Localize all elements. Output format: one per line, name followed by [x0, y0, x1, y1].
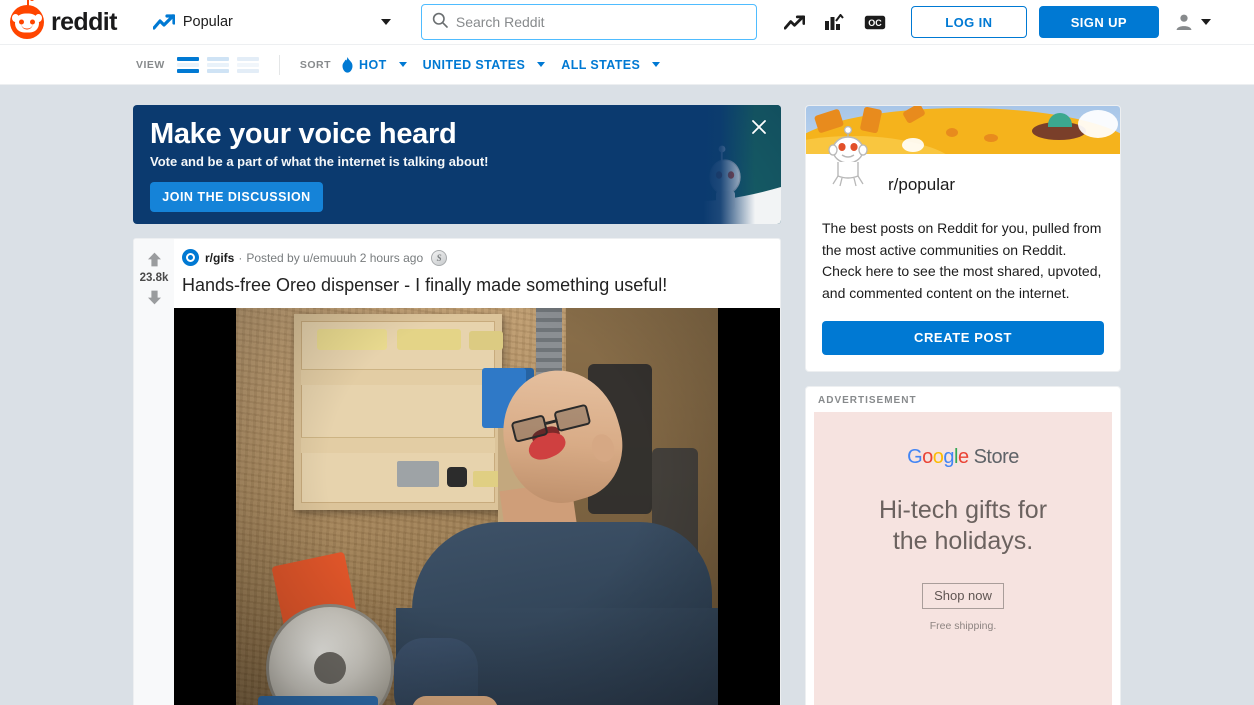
- original-content-icon[interactable]: OC: [855, 2, 895, 42]
- view-label: VIEW: [136, 58, 165, 71]
- vote-score: 23.8k: [139, 272, 169, 284]
- google-letter-g1: G: [907, 445, 923, 468]
- sidebar-column: r/popular The best posts on Reddit for y…: [805, 105, 1121, 705]
- subreddit-description: The best posts on Reddit for you, pulled…: [822, 220, 1102, 302]
- advertisement-headline-line1: Hi-tech gifts for: [878, 495, 1048, 524]
- user-account-menu[interactable]: [1175, 13, 1211, 31]
- advertisement-label: ADVERTISEMENT: [818, 394, 917, 406]
- silver-award-icon[interactable]: S: [431, 249, 448, 266]
- main-feed-column: Make your voice heard Vote and be a part…: [133, 105, 781, 705]
- google-letter-g2: g: [943, 445, 955, 468]
- metadata-separator: ·: [238, 250, 243, 265]
- view-sort-bar: VIEW SORT HOT UNITED STATES ALL STATES: [0, 45, 1254, 85]
- divider: [278, 54, 280, 75]
- snoo-avatar-icon: [820, 125, 876, 188]
- view-mode-classic[interactable]: [206, 56, 229, 73]
- top-navigation-bar: reddit Popular OC: [0, 0, 1254, 45]
- reddit-wordmark: reddit: [51, 7, 117, 36]
- signup-button[interactable]: SIGN UP: [1038, 6, 1159, 38]
- country-filter-button[interactable]: UNITED STATES: [423, 58, 546, 72]
- reddit-snoo-icon: [10, 0, 44, 39]
- create-post-button[interactable]: CREATE POST: [822, 320, 1104, 355]
- chevron-down-icon: [380, 19, 391, 25]
- google-store-word: Store: [973, 445, 1020, 468]
- chevron-down-icon: [1200, 19, 1211, 25]
- search-input[interactable]: [455, 14, 746, 30]
- upvote-arrow-icon[interactable]: [144, 249, 164, 269]
- search-icon: [432, 12, 448, 33]
- flame-icon: [341, 56, 354, 73]
- bar-chart-icon[interactable]: [815, 2, 855, 42]
- advertisement-headline: Hi-tech gifts for the holidays.: [814, 495, 1112, 557]
- join-discussion-button[interactable]: JOIN THE DISCUSSION: [150, 182, 323, 213]
- google-store-logo: Google Store: [814, 446, 1112, 469]
- promo-title: Make your voice heard: [150, 118, 457, 150]
- promo-subtitle: Vote and be a part of what the internet …: [150, 154, 489, 170]
- promo-banner[interactable]: Make your voice heard Vote and be a part…: [133, 105, 781, 224]
- search-bar[interactable]: [420, 4, 757, 40]
- advertisement-footer: Free shipping.: [929, 619, 997, 632]
- sort-hot-button[interactable]: HOT: [341, 56, 407, 73]
- subreddit-info-card: r/popular The best posts on Reddit for y…: [805, 105, 1121, 372]
- reddit-home-link[interactable]: reddit: [10, 0, 117, 39]
- post-byline[interactable]: Posted by u/emuuuh 2 hours ago: [246, 251, 423, 265]
- user-avatar-icon: [1175, 13, 1193, 31]
- close-icon[interactable]: [751, 119, 767, 135]
- post-media[interactable]: [174, 307, 780, 705]
- view-mode-compact[interactable]: [236, 56, 259, 73]
- region-value: ALL STATES: [561, 57, 641, 72]
- post-title[interactable]: Hands-free Oreo dispenser - I finally ma…: [174, 266, 780, 308]
- google-letter-o1: o: [922, 445, 933, 468]
- sort-label: SORT: [299, 58, 332, 71]
- workshop-photo: [236, 307, 718, 705]
- svg-text:OC: OC: [868, 18, 882, 28]
- view-mode-card[interactable]: [176, 56, 199, 73]
- subreddit-title: r/popular: [888, 175, 956, 194]
- post-card[interactable]: 23.8k r/gifs · Posted by u/emuuuh 2 hour…: [133, 238, 781, 705]
- chevron-down-icon: [652, 62, 661, 67]
- shop-now-button[interactable]: Shop now: [922, 582, 1004, 609]
- google-letter-e: e: [957, 445, 969, 468]
- trending-icon[interactable]: [775, 2, 815, 42]
- vote-column: 23.8k: [134, 239, 174, 705]
- post-metadata: r/gifs · Posted by u/emuuuh 2 hours ago …: [174, 239, 780, 266]
- country-value: UNITED STATES: [422, 57, 526, 72]
- trending-up-icon: [152, 14, 175, 30]
- sort-value: HOT: [359, 57, 387, 72]
- advertisement-creative[interactable]: Google Store Hi-tech gifts for the holida…: [814, 411, 1112, 705]
- login-button[interactable]: LOG IN: [910, 6, 1027, 38]
- chevron-down-icon: [398, 62, 407, 67]
- downvote-arrow-icon[interactable]: [144, 287, 164, 307]
- community-picker-label: Popular: [182, 14, 233, 30]
- region-filter-button[interactable]: ALL STATES: [561, 57, 661, 72]
- chevron-down-icon: [537, 62, 546, 67]
- advertisement-headline-line2: the holidays.: [892, 526, 1034, 555]
- advertisement-card: ADVERTISEMENT Google Store Hi-tech gifts …: [805, 385, 1121, 705]
- subreddit-avatar-icon: [182, 249, 199, 266]
- community-picker-dropdown[interactable]: Popular: [143, 4, 401, 40]
- google-letter-o2: o: [932, 445, 944, 468]
- subreddit-link[interactable]: r/gifs: [205, 251, 234, 265]
